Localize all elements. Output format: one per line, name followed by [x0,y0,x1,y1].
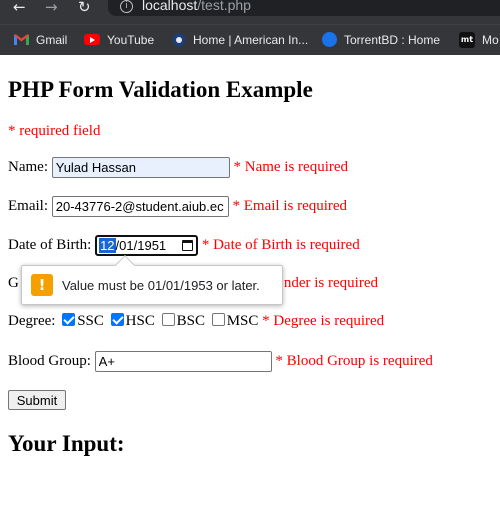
name-error: * Name is required [233,158,349,175]
degree-label: Degree: [8,313,56,329]
dob-row: Date of Birth: 12/01/1951 * Date of Birt… [8,235,360,256]
dob-input[interactable]: 12/01/1951 [95,235,199,256]
bookmark-label: Home | American In... [193,33,309,47]
browser-toolbar: ← → ↻ i localhost/test.php [0,0,500,24]
email-error: * Email is required [232,197,348,214]
bsc-checkbox[interactable] [161,313,175,327]
url-host: localhost [142,0,198,13]
email-row: Email: * Email is required [8,196,347,217]
url-path: /test.php [197,0,251,13]
degree-error: * Degree is required [262,313,385,329]
bookmark-label: Mo [482,33,499,47]
aiub-icon [173,32,185,47]
page-title: PHP Form Validation Example [8,77,313,102]
bookmark-label: TorrentBD : Home [344,33,441,47]
name-input[interactable] [51,157,230,178]
youtube-icon [84,34,100,46]
calendar-icon[interactable] [182,240,194,251]
address-bar[interactable]: i localhost/test.php [108,0,500,16]
url-text[interactable]: localhost/test.php [142,0,251,13]
blood-label: Blood Group: [8,352,91,369]
dob-month[interactable]: 12 [99,238,116,253]
blood-input[interactable] [94,351,272,372]
msc-checkbox[interactable] [211,313,225,327]
hsc-label: HSC [125,313,155,329]
gender-error: nder is required [283,275,378,291]
site-info-icon[interactable]: i [120,0,133,13]
dob-error: * Date of Birth is required [201,236,360,253]
msc-label: MSC [226,313,259,329]
bookmark-label: Gmail [36,33,68,47]
bookmarks-bar: Gmail YouTube Home | American In... Torr… [0,24,500,55]
validation-bubble: ! Value must be 01/01/1953 or later. [21,255,283,305]
blood-error: * Blood Group is required [275,352,433,369]
dob-label: Date of Birth: [8,236,92,253]
dob-rest[interactable]: /01/1951 [116,238,167,253]
gender-label: G [8,275,19,291]
hsc-checkbox[interactable] [110,313,124,327]
bookmark-mt[interactable]: mt Mo [459,31,499,49]
ssc-checkbox[interactable] [62,313,76,327]
bookmark-youtube[interactable]: YouTube [84,31,154,49]
required-note: * required field [8,123,101,139]
bsc-label: BSC [176,313,205,329]
bubble-arrow [115,255,135,275]
email-label: Email: [8,197,48,214]
reload-icon[interactable]: ↻ [78,0,91,15]
bookmark-gmail[interactable]: Gmail [14,31,67,49]
bookmark-torrentbd[interactable]: TorrentBD : Home [322,31,440,49]
gmail-icon [14,34,29,46]
your-input-heading: Your Input: [8,431,125,456]
mt-icon: mt [459,31,475,48]
name-label: Name: [8,158,48,175]
validation-message: Value must be 01/01/1953 or later. [62,278,260,293]
bookmark-aiub[interactable]: Home | American In... [172,31,308,49]
submit-button[interactable]: Submit [8,390,66,410]
ssc-label: SSC [77,313,104,329]
warning-icon: ! [31,274,53,296]
back-arrow-icon[interactable]: ← [13,0,26,15]
torrentbd-icon [322,32,337,48]
degree-row: Degree: SSC HSC BSC MSC * Degree is requ… [8,313,384,330]
blood-row: Blood Group: * Blood Group is required [8,351,433,372]
bookmark-label: YouTube [107,33,155,47]
name-row: Name: * Name is required [8,157,348,178]
forward-arrow-icon[interactable]: → [45,0,58,15]
email-input[interactable] [51,196,229,217]
